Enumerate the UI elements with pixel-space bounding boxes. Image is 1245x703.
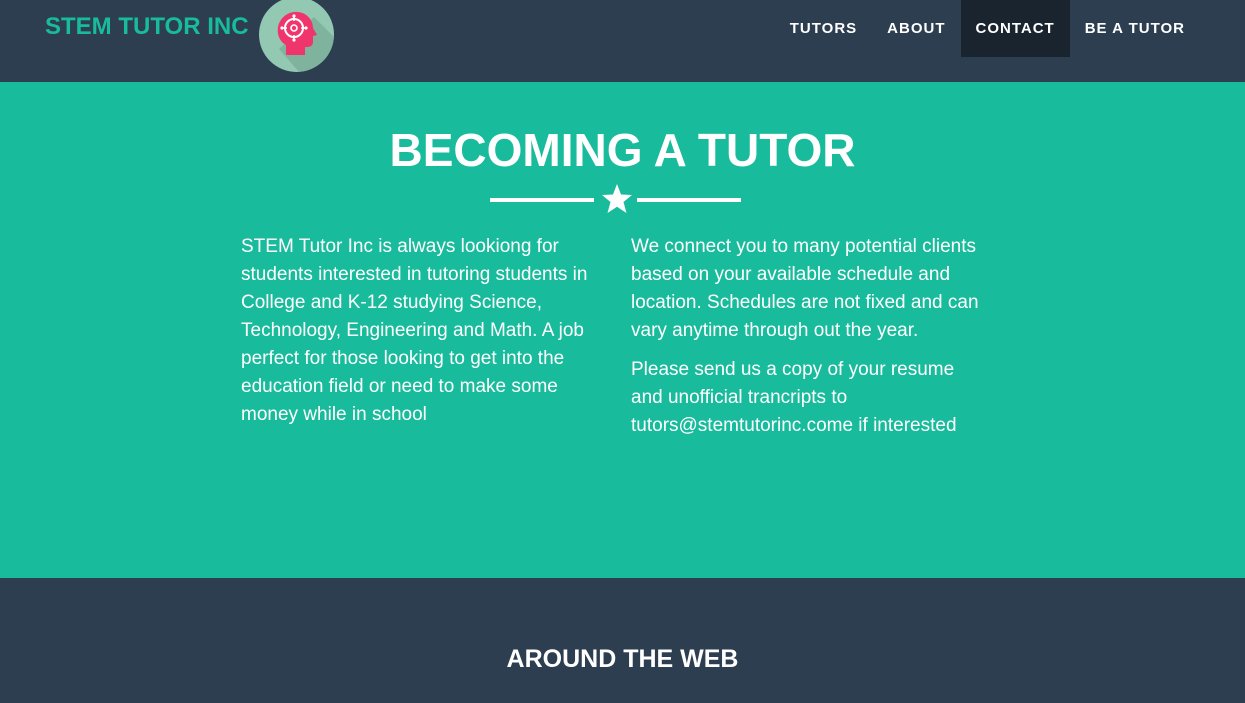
nav-item-be-a-tutor[interactable]: BE A TUTOR — [1070, 0, 1200, 57]
brand-link[interactable]: STEM TUTOR INC — [45, 13, 249, 41]
brain-head-icon[interactable] — [259, 0, 334, 72]
main-nav: TUTORS ABOUT CONTACT BE A TUTOR — [775, 0, 1200, 57]
around-the-web-heading: AROUND THE WEB — [506, 645, 739, 673]
footer-section: AROUND THE WEB — [0, 578, 1245, 703]
nav-item-contact[interactable]: CONTACT — [960, 0, 1070, 57]
application-paragraph: Please send us a copy of your resume and… — [631, 359, 957, 436]
star-divider — [490, 183, 742, 215]
becoming-a-tutor-section: BECOMING A TUTOR STEM Tutor Inc is alway… — [0, 82, 1245, 578]
right-column: We connect you to many potential clients… — [631, 233, 991, 451]
schedule-paragraph: We connect you to many potential clients… — [631, 236, 979, 341]
section-title: BECOMING A TUTOR — [389, 124, 856, 176]
intro-paragraph: STEM Tutor Inc is always lookiong for st… — [241, 236, 588, 425]
star-icon — [602, 184, 632, 213]
divider-line-right — [637, 198, 741, 202]
left-column: STEM Tutor Inc is always lookiong for st… — [241, 233, 601, 440]
navbar: STEM TUTOR INC TUTORS ABOUT CONTACT BE A… — [0, 0, 1245, 82]
nav-item-about[interactable]: ABOUT — [872, 0, 960, 57]
divider-line-left — [490, 198, 594, 202]
nav-item-tutors[interactable]: TUTORS — [775, 0, 872, 57]
